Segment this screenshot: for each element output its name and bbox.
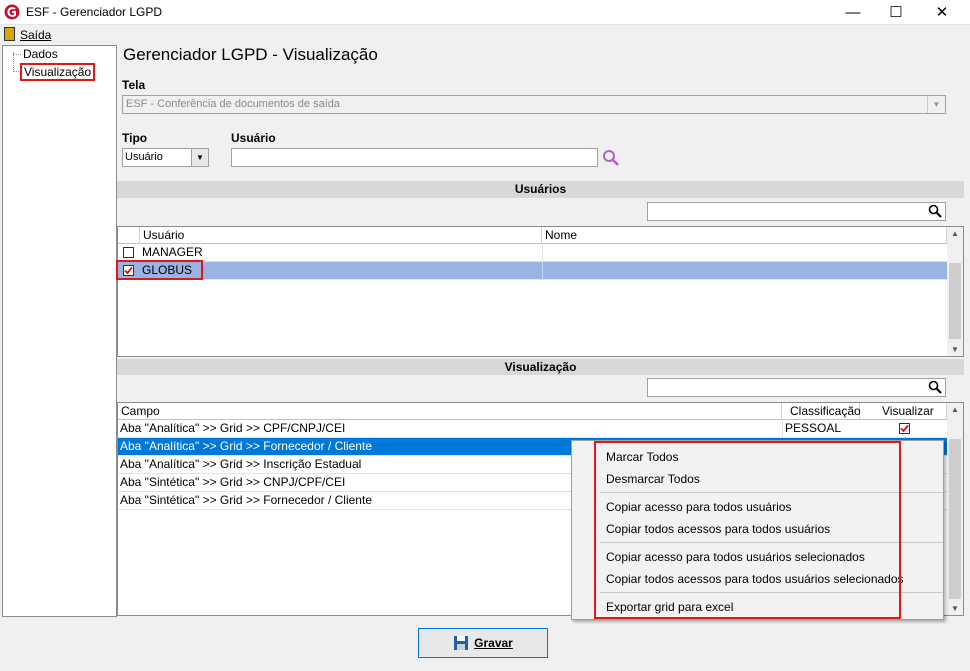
users-col-usuario[interactable]: Usuário (140, 227, 542, 244)
scrollbar-thumb[interactable] (949, 439, 961, 599)
gravar-label: Gravar (474, 636, 513, 650)
scroll-up-icon[interactable]: ▲ (951, 229, 959, 238)
scroll-up-icon[interactable]: ▲ (951, 405, 959, 414)
usuario-input[interactable] (231, 148, 598, 167)
users-grid: Usuário Nome MANAGER GLOBUS ▲ ▼ (117, 226, 964, 357)
users-col-nome[interactable]: Nome (542, 227, 947, 244)
globus-highlight-box (116, 260, 203, 280)
user-nome-cell (542, 262, 947, 280)
app-logo-icon (4, 4, 20, 20)
save-icon (454, 636, 469, 650)
tipo-label: Tipo (122, 131, 148, 145)
minimize-button[interactable]: — (830, 0, 876, 24)
view-campo-cell: Aba "Analítica" >> Grid >> CPF/CNPJ/CEI (120, 421, 346, 435)
user-nome-cell (542, 244, 947, 262)
tree-item-visualizacao[interactable]: Visualização (20, 63, 96, 81)
visualizar-checkbox-checked[interactable] (899, 423, 910, 434)
chevron-down-icon: ▼ (191, 149, 208, 166)
chevron-down-icon: ▼ (927, 96, 945, 113)
table-row[interactable]: MANAGER (118, 244, 947, 262)
maximize-icon: ☐ (889, 4, 903, 21)
scroll-down-icon[interactable]: ▼ (951, 604, 959, 613)
menu-saida[interactable]: Saída (20, 28, 51, 42)
window-title: ESF - Gerenciador LGPD (26, 5, 163, 19)
tree-item-dados[interactable]: Dados (23, 47, 58, 61)
usuario-label: Usuário (231, 131, 276, 145)
users-grid-corner (118, 227, 140, 244)
tela-label: Tela (122, 78, 146, 92)
view-col-classificacao[interactable]: Classificação (782, 403, 861, 420)
menu-bar (0, 25, 970, 45)
gravar-button[interactable]: Gravar (418, 628, 548, 658)
maximize-button[interactable]: ☐ (873, 0, 919, 24)
view-filter-search-icon[interactable] (928, 380, 942, 394)
view-section-header: Visualização (117, 359, 964, 375)
check-icon (900, 424, 909, 433)
tree-connector (13, 52, 14, 72)
view-col-campo[interactable]: Campo (118, 403, 782, 420)
table-row[interactable]: Aba "Analítica" >> Grid >> CPF/CNPJ/CEI … (118, 420, 947, 438)
page-title: Gerenciador LGPD - Visualização (123, 45, 378, 64)
tela-select[interactable]: ESF - Conferência de documentos de saída… (122, 95, 946, 114)
context-menu-highlight-box (594, 441, 901, 619)
table-row[interactable]: GLOBUS (118, 262, 947, 280)
view-col-visualizar[interactable]: Visualizar (860, 403, 947, 420)
tree-connector (13, 71, 19, 72)
minimize-icon: — (845, 3, 861, 21)
navigation-tree (2, 45, 117, 617)
tipo-value: Usuário (125, 151, 163, 163)
close-icon: ✕ (935, 4, 949, 21)
users-section-header: Usuários (117, 181, 964, 198)
users-filter-search-icon[interactable] (928, 204, 942, 218)
users-scrollbar[interactable]: ▲ ▼ (947, 227, 963, 356)
search-icon[interactable] (602, 149, 620, 167)
scrollbar-thumb[interactable] (949, 263, 961, 339)
view-classificacao-cell: PESSOAL (782, 420, 860, 438)
exit-door-icon (4, 27, 15, 41)
tela-value: ESF - Conferência de documentos de saída (126, 98, 341, 110)
tree-connector (13, 54, 21, 55)
close-button[interactable]: ✕ (919, 0, 965, 24)
view-filter-input[interactable] (647, 378, 946, 397)
users-filter-input[interactable] (647, 202, 946, 221)
view-scrollbar[interactable]: ▲ ▼ (947, 403, 963, 615)
row-checkbox[interactable] (123, 247, 134, 258)
tipo-select[interactable]: Usuário ▼ (122, 148, 209, 167)
scroll-down-icon[interactable]: ▼ (951, 345, 959, 354)
